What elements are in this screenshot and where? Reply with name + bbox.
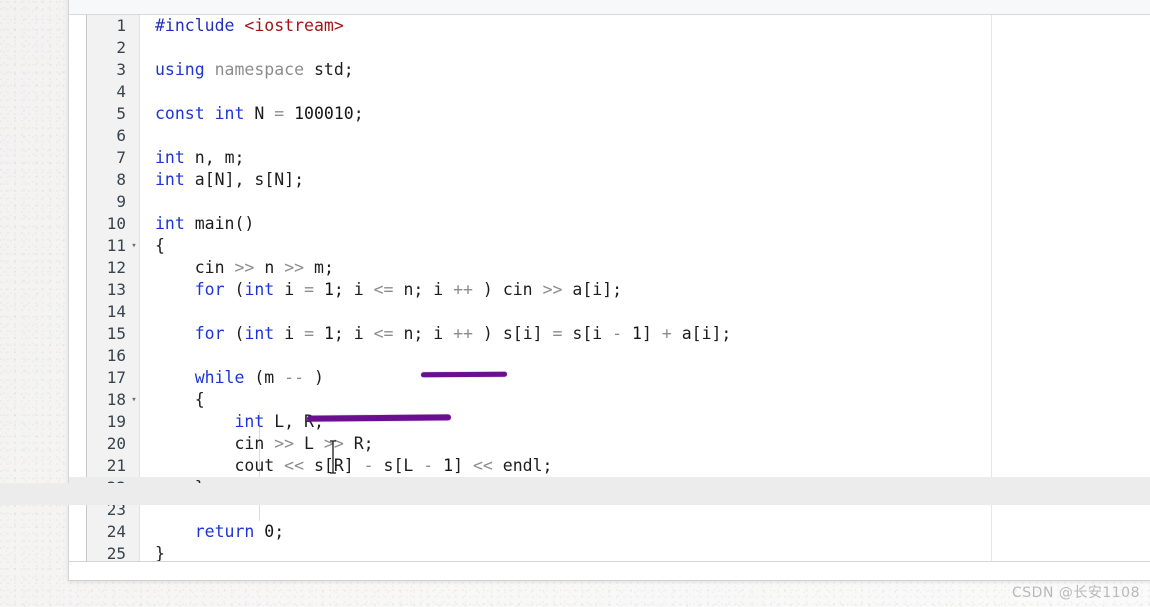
- line-number-13: 13: [106, 280, 126, 299]
- line-number-18: 18: [106, 390, 126, 409]
- line-number-17: 17: [106, 368, 126, 387]
- code-line-7[interactable]: 7 int n, m;: [69, 147, 1150, 169]
- fold-triangle-icon-line-18[interactable]: ▾: [129, 389, 139, 411]
- code-text-line-19: int L, R;: [234, 412, 323, 431]
- code-line-6[interactable]: 6: [69, 125, 1150, 147]
- line-number-22: 22: [106, 478, 126, 497]
- code-line-14[interactable]: 14: [69, 301, 1150, 323]
- line-number-14: 14: [106, 302, 126, 321]
- code-line-24[interactable]: 24 return 0;: [69, 521, 1150, 543]
- code-line-22[interactable]: 22 }: [69, 477, 1150, 499]
- code-text-line-17: while (m -- ): [194, 368, 324, 387]
- code-line-13[interactable]: 13 for (int i = 1; i <= n; i ++ ) cin >>…: [69, 279, 1150, 301]
- code-line-2[interactable]: 2: [69, 37, 1150, 59]
- line-number-11: 11: [106, 236, 126, 255]
- code-text-line-24: return 0;: [194, 522, 285, 541]
- code-lines-container[interactable]: 1 #include <iostream> 2 3 using namespace st…: [69, 15, 1150, 561]
- line-number-1: 1: [116, 16, 126, 35]
- purple-underline-marker-2: [306, 414, 452, 422]
- line-number-23: 23: [106, 500, 126, 519]
- fold-triangle-icon-line-11[interactable]: ▾: [129, 235, 139, 257]
- code-text-line-11: {: [155, 236, 165, 255]
- code-text-line-3: using namespace std;: [155, 60, 354, 79]
- purple-underline-marker-1: [420, 371, 508, 378]
- csdn-watermark: CSDN @长安1108: [1012, 585, 1140, 601]
- code-text-line-21: cout << s[R] - s[L - 1] << endl;: [234, 456, 553, 475]
- code-text-line-18: {: [155, 390, 205, 409]
- line-number-16: 16: [106, 346, 126, 365]
- bottom-status-panel: [69, 561, 1150, 580]
- code-line-4[interactable]: 4: [69, 81, 1150, 103]
- ide-window: 1 #include <iostream> 2 3 using namespace st…: [68, 0, 1150, 581]
- code-line-9[interactable]: 9: [69, 191, 1150, 213]
- code-line-5[interactable]: 5 const int N = 100010;: [69, 103, 1150, 125]
- code-text-line-25: }: [155, 544, 165, 561]
- line-number-4: 4: [116, 82, 126, 101]
- code-line-1[interactable]: 1 #include <iostream>: [69, 15, 1150, 37]
- line-number-25: 25: [106, 544, 126, 561]
- line-number-20: 20: [106, 434, 126, 453]
- code-text-line-5: const int N = 100010;: [155, 104, 364, 123]
- code-text-line-20: cin >> L >> R;: [234, 434, 374, 453]
- code-line-12[interactable]: 12 cin >> n >> m;: [69, 257, 1150, 279]
- code-text-line-8: int a[N], s[N];: [155, 170, 305, 189]
- code-text-line-22: }: [155, 478, 205, 497]
- line-number-5: 5: [116, 104, 126, 123]
- line-number-6: 6: [116, 126, 126, 145]
- code-line-19[interactable]: 19 int L, R;: [69, 411, 1150, 433]
- code-line-8[interactable]: 8 int a[N], s[N];: [69, 169, 1150, 191]
- code-line-23[interactable]: 23: [69, 499, 1150, 521]
- line-number-7: 7: [116, 148, 126, 167]
- code-text-line-10: int main(): [155, 214, 255, 233]
- code-editor[interactable]: 1 #include <iostream> 2 3 using namespace st…: [69, 15, 1150, 561]
- code-line-3[interactable]: 3 using namespace std;: [69, 59, 1150, 81]
- code-line-15[interactable]: 15 for (int i = 1; i <= n; i ++ ) s[i] =…: [69, 323, 1150, 345]
- code-line-20[interactable]: 20 cin >> L >> R;: [69, 433, 1150, 455]
- editor-toolbar[interactable]: [69, 0, 1150, 15]
- line-number-19: 19: [106, 412, 126, 431]
- line-number-15: 15: [106, 324, 126, 343]
- code-line-17[interactable]: 17 while (m -- ): [69, 367, 1150, 389]
- line-number-3: 3: [116, 60, 126, 79]
- code-text-line-15: for (int i = 1; i <= n; i ++ ) s[i] = s[…: [194, 324, 732, 343]
- line-number-21: 21: [106, 456, 126, 475]
- line-number-2: 2: [116, 38, 126, 57]
- line-number-8: 8: [116, 170, 126, 189]
- code-line-16[interactable]: 16: [69, 345, 1150, 367]
- line-number-24: 24: [106, 522, 126, 541]
- code-line-10[interactable]: 10 int main(): [69, 213, 1150, 235]
- line-number-9: 9: [116, 192, 126, 211]
- code-text-line-13: for (int i = 1; i <= n; i ++ ) cin >> a[…: [194, 280, 623, 299]
- code-line-25[interactable]: 25}: [69, 543, 1150, 561]
- code-line-18[interactable]: 18 ▾ {: [69, 389, 1150, 411]
- code-text-line-7: int n, m;: [155, 148, 245, 167]
- code-text-line-1: #include <iostream>: [155, 16, 344, 35]
- code-line-21[interactable]: 21 cout << s[R] - s[L - 1] << endl;: [69, 455, 1150, 477]
- code-line-11[interactable]: 11 ▾ {: [69, 235, 1150, 257]
- code-text-line-12: cin >> n >> m;: [194, 258, 334, 277]
- line-number-10: 10: [106, 214, 126, 233]
- line-number-12: 12: [106, 258, 126, 277]
